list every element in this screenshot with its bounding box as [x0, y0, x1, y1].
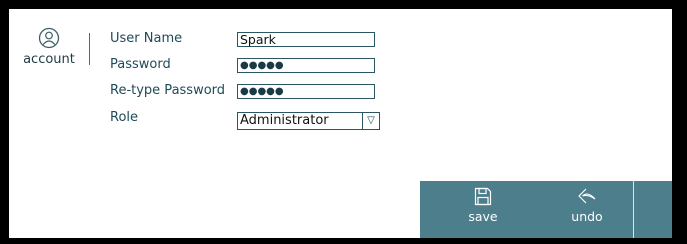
undo-button[interactable]: undo: [552, 187, 622, 224]
save-button[interactable]: save: [448, 187, 518, 224]
action-bar: save undo: [420, 181, 672, 238]
account-icon: [38, 27, 60, 49]
account-section[interactable]: account: [23, 27, 75, 67]
action-bar-separator: [633, 181, 634, 238]
role-label: Role: [110, 110, 139, 125]
role-select[interactable]: Administrator ▽: [237, 112, 380, 130]
undo-label: undo: [571, 209, 603, 224]
account-label: account: [23, 52, 75, 67]
vertical-divider: [89, 33, 90, 65]
password-label: Password: [110, 57, 171, 72]
username-label: User Name: [110, 31, 183, 46]
undo-icon: [578, 188, 596, 204]
username-input[interactable]: Spark: [237, 32, 375, 47]
save-label: save: [468, 209, 498, 224]
retype-password-input[interactable]: ●●●●●: [237, 84, 375, 99]
account-settings-panel: account User Name Spark Password ●●●●● R…: [9, 9, 672, 238]
role-value: Administrator: [240, 113, 329, 128]
retype-password-label: Re-type Password: [110, 83, 226, 98]
password-input[interactable]: ●●●●●: [237, 58, 375, 73]
dropdown-arrow-icon[interactable]: ▽: [362, 113, 379, 129]
save-icon: [474, 187, 492, 206]
